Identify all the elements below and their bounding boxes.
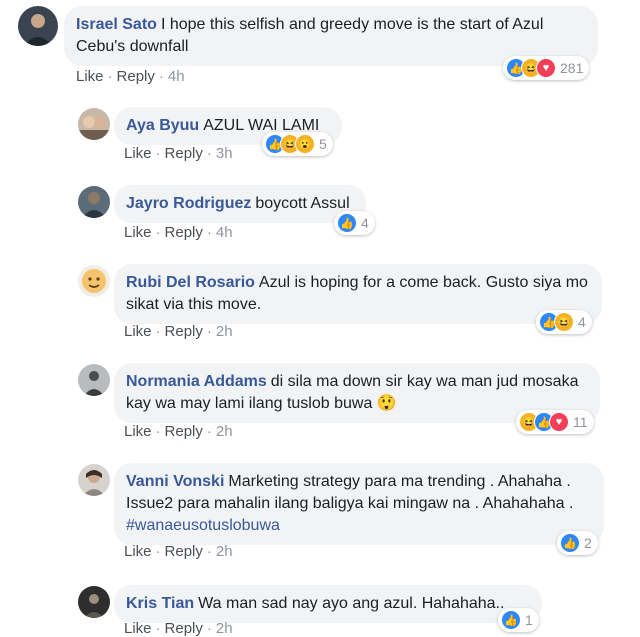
separator-dot: · — [206, 620, 212, 637]
reply-link[interactable]: Reply — [165, 423, 203, 440]
reaction-count: 11 — [573, 414, 588, 430]
comment-actions: Like · Reply · 2h — [124, 423, 233, 440]
commenter-name[interactable]: Vanni Vonski — [126, 473, 224, 490]
separator-dot: · — [155, 543, 161, 560]
reaction-summary[interactable]: 😆 👍 ♥ 11 — [516, 410, 594, 434]
comment-actions: Like · Reply · 2h — [124, 543, 233, 560]
reaction-summary[interactable]: 👍 2 — [557, 531, 598, 555]
comment-actions: Like · Reply · 2h — [124, 323, 233, 340]
comment-actions: Like · Reply · 3h — [124, 145, 233, 162]
comment-actions: Like · Reply · 4h — [76, 68, 185, 85]
separator-dot: · — [158, 68, 164, 85]
commenter-name[interactable]: Aya Byuu — [126, 117, 199, 134]
separator-dot: · — [155, 323, 161, 340]
reply-link[interactable]: Reply — [117, 68, 155, 85]
separator-dot: · — [206, 423, 212, 440]
reaction-summary[interactable]: 👍 1 — [498, 608, 539, 632]
hashtag-link[interactable]: #wanaeusotuslobuwa — [126, 517, 280, 534]
haha-icon: 😆 — [554, 312, 574, 332]
separator-dot: · — [107, 68, 113, 85]
reaction-count: 281 — [560, 60, 584, 76]
reaction-count: 2 — [584, 535, 592, 551]
reply-link[interactable]: Reply — [165, 323, 203, 340]
like-icon: 👍 — [560, 533, 580, 553]
comment-bubble: Vanni Vonski Marketing strategy para ma t… — [114, 463, 604, 545]
wow-icon: 😮 — [295, 134, 315, 154]
love-icon: ♥ — [549, 412, 569, 432]
like-icon: 👍 — [501, 610, 521, 630]
reaction-count: 4 — [361, 215, 369, 231]
reply-link[interactable]: Reply — [165, 543, 203, 560]
separator-dot: · — [155, 620, 161, 637]
reaction-summary[interactable]: 👍 4 — [334, 211, 375, 235]
reply-link[interactable]: Reply — [165, 224, 203, 241]
timestamp[interactable]: 4h — [216, 224, 233, 241]
comment-actions: Like · Reply · 4h — [124, 224, 233, 241]
reply-link[interactable]: Reply — [165, 620, 203, 637]
commenter-name[interactable]: Jayro Rodriguez — [126, 195, 251, 212]
like-link[interactable]: Like — [124, 145, 152, 162]
reaction-summary[interactable]: 👍 😆 😮 5 — [262, 132, 333, 156]
comment-bubble: Rubi Del Rosario Azul is hoping for a com… — [114, 264, 602, 324]
like-icon: 👍 — [337, 213, 357, 233]
separator-dot: · — [206, 323, 212, 340]
avatar[interactable] — [78, 364, 110, 396]
like-link[interactable]: Like — [124, 423, 152, 440]
comment-actions: Like · Reply · 2h — [124, 620, 233, 637]
timestamp[interactable]: 3h — [216, 145, 233, 162]
like-link[interactable]: Like — [124, 323, 152, 340]
comment-bubble: Jayro Rodriguez boycott Assul — [114, 185, 366, 223]
avatar[interactable] — [78, 586, 110, 618]
timestamp[interactable]: 4h — [168, 68, 185, 85]
reply-link[interactable]: Reply — [165, 145, 203, 162]
avatar[interactable] — [78, 265, 110, 297]
avatar[interactable] — [18, 6, 58, 46]
commenter-name[interactable]: Rubi Del Rosario — [126, 274, 255, 291]
separator-dot: · — [155, 224, 161, 241]
separator-dot: · — [206, 145, 212, 162]
separator-dot: · — [155, 423, 161, 440]
reaction-summary[interactable]: 👍 😆 ♥ 281 — [503, 56, 590, 80]
timestamp[interactable]: 2h — [216, 323, 233, 340]
like-link[interactable]: Like — [124, 620, 152, 637]
commenter-name[interactable]: Normania Addams — [126, 373, 267, 390]
separator-dot: · — [206, 543, 212, 560]
like-link[interactable]: Like — [124, 224, 152, 241]
comment-text: Wa man sad nay ayo ang azul. Hahahaha.. — [198, 595, 505, 612]
reaction-count: 4 — [578, 314, 586, 330]
separator-dot: · — [155, 145, 161, 162]
separator-dot: · — [206, 224, 212, 241]
avatar[interactable] — [78, 108, 110, 140]
avatar[interactable] — [78, 186, 110, 218]
like-link[interactable]: Like — [124, 543, 152, 560]
comment-bubble: Kris Tian Wa man sad nay ayo ang azul. Ha… — [114, 585, 542, 623]
like-link[interactable]: Like — [76, 68, 104, 85]
reaction-count: 5 — [319, 136, 327, 152]
love-icon: ♥ — [536, 58, 556, 78]
avatar[interactable] — [78, 464, 110, 496]
comment-text: boycott Assul — [255, 195, 350, 212]
reaction-summary[interactable]: 👍 😆 4 — [536, 310, 592, 334]
timestamp[interactable]: 2h — [216, 620, 233, 637]
commenter-name[interactable]: Israel Sato — [76, 16, 157, 33]
timestamp[interactable]: 2h — [216, 423, 233, 440]
timestamp[interactable]: 2h — [216, 543, 233, 560]
commenter-name[interactable]: Kris Tian — [126, 595, 194, 612]
